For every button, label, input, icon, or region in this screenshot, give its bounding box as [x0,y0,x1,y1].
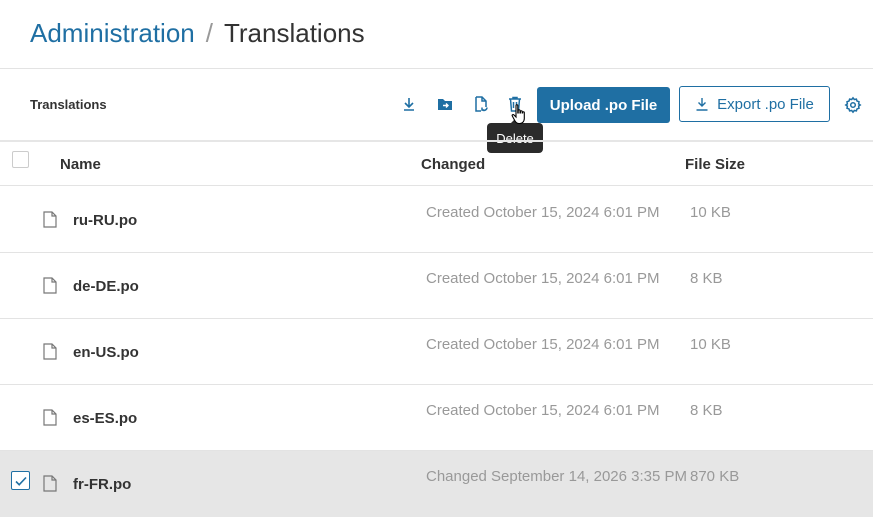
table-row[interactable]: en-US.po Created October 15, 2024 6:01 P… [0,319,873,385]
settings-gear-icon[interactable] [843,95,863,115]
upload-po-file-button[interactable]: Upload .po File [537,87,670,123]
column-header-changed[interactable]: Changed [421,156,485,173]
file-icon [43,211,57,228]
file-name[interactable]: es-ES.po [73,410,137,427]
move-to-folder-icon[interactable] [435,94,455,114]
page-title: Translations [223,18,365,48]
header-divider [0,68,873,69]
export-download-icon [696,98,708,111]
row-checkbox-checked[interactable] [11,471,30,490]
file-icon [43,475,57,492]
file-name[interactable]: en-US.po [73,344,139,361]
table-row[interactable]: ru-RU.po Created October 15, 2024 6:01 P… [0,187,873,253]
file-size: 10 KB [690,336,731,353]
table-row[interactable]: de-DE.po Created October 15, 2024 6:01 P… [0,253,873,319]
breadcrumb: Administration / Translations [30,18,365,49]
column-header-file-size[interactable]: File Size [685,156,745,173]
export-po-file-button[interactable]: Export .po File [679,86,830,122]
file-size: 8 KB [690,270,723,287]
checkmark-icon [14,476,27,486]
file-name[interactable]: fr-FR.po [73,476,131,493]
changed-date: Created October 15, 2024 6:01 PM [426,270,660,287]
file-name[interactable]: de-DE.po [73,278,139,295]
table-row-selected[interactable]: fr-FR.po Changed September 14, 2026 3:35… [0,451,873,517]
hand-cursor-icon [511,104,525,125]
file-size: 10 KB [690,204,731,221]
toolbar-title: Translations [30,97,107,112]
changed-date: Created October 15, 2024 6:01 PM [426,336,660,353]
changed-date: Created October 15, 2024 6:01 PM [426,402,660,419]
breadcrumb-administration-link[interactable]: Administration [30,18,195,49]
select-all-checkbox[interactable] [12,151,29,168]
file-size: 870 KB [690,468,740,485]
download-icon[interactable] [399,94,419,114]
breadcrumb-separator: / [205,18,213,48]
column-header-name[interactable]: Name [60,156,101,173]
file-name[interactable]: ru-RU.po [73,212,137,229]
file-icon [43,277,57,294]
table-row[interactable]: es-ES.po Created October 15, 2024 6:01 P… [0,385,873,451]
file-size: 8 KB [690,402,723,419]
replace-file-icon[interactable] [471,94,491,114]
table-header: Name Changed File Size [0,142,873,186]
changed-date: Changed September 14, 2026 3:35 PM [426,468,686,485]
changed-date: Created October 15, 2024 6:01 PM [426,204,660,221]
export-button-label: Export .po File [717,95,814,113]
file-icon [43,409,57,426]
file-icon [43,343,57,360]
